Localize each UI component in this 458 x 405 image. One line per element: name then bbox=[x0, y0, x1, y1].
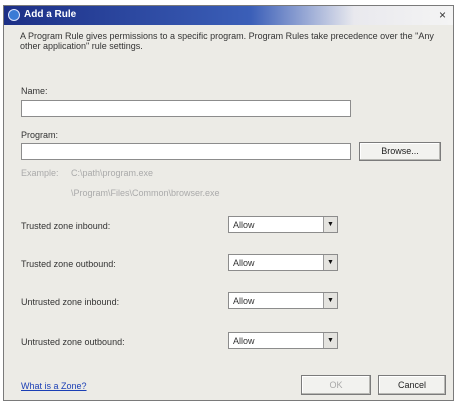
untrusted-outbound-label: Untrusted zone outbound: bbox=[21, 337, 125, 347]
program-label: Program: bbox=[21, 130, 59, 140]
trusted-inbound-select[interactable]: Allow ▼ bbox=[228, 216, 338, 233]
example-label: Example: bbox=[21, 168, 59, 178]
trusted-outbound-select[interactable]: Allow ▼ bbox=[228, 254, 338, 271]
shield-icon bbox=[8, 9, 20, 21]
dropdown-arrow-icon[interactable]: ▼ bbox=[323, 255, 337, 270]
name-input[interactable] bbox=[21, 100, 351, 117]
untrusted-inbound-label: Untrusted zone inbound: bbox=[21, 297, 120, 307]
trusted-outbound-value: Allow bbox=[233, 258, 255, 268]
description-text: A Program Rule gives permissions to a sp… bbox=[20, 31, 434, 51]
close-icon[interactable]: × bbox=[436, 9, 449, 21]
trusted-inbound-label: Trusted zone inbound: bbox=[21, 221, 111, 231]
name-label: Name: bbox=[21, 86, 48, 96]
untrusted-inbound-value: Allow bbox=[233, 296, 255, 306]
ok-button[interactable]: OK bbox=[301, 375, 371, 395]
trusted-inbound-value: Allow bbox=[233, 220, 255, 230]
cancel-button[interactable]: Cancel bbox=[378, 375, 446, 395]
untrusted-outbound-value: Allow bbox=[233, 336, 255, 346]
untrusted-outbound-select[interactable]: Allow ▼ bbox=[228, 332, 338, 349]
dialog-title: Add a Rule bbox=[24, 9, 77, 20]
example-path-2: \Program\Files\Common\browser.exe bbox=[71, 188, 220, 198]
dropdown-arrow-icon[interactable]: ▼ bbox=[323, 293, 337, 308]
what-is-zone-link[interactable]: What is a Zone? bbox=[21, 381, 87, 391]
example-path-1: C:\path\program.exe bbox=[71, 168, 154, 178]
browse-button[interactable]: Browse... bbox=[359, 142, 441, 161]
program-input[interactable] bbox=[21, 143, 351, 160]
title-bar[interactable]: Add a Rule × bbox=[4, 6, 453, 25]
untrusted-inbound-select[interactable]: Allow ▼ bbox=[228, 292, 338, 309]
dropdown-arrow-icon[interactable]: ▼ bbox=[323, 333, 337, 348]
trusted-outbound-label: Trusted zone outbound: bbox=[21, 259, 116, 269]
dropdown-arrow-icon[interactable]: ▼ bbox=[323, 217, 337, 232]
add-rule-dialog: Add a Rule × A Program Rule gives permis… bbox=[3, 5, 454, 401]
